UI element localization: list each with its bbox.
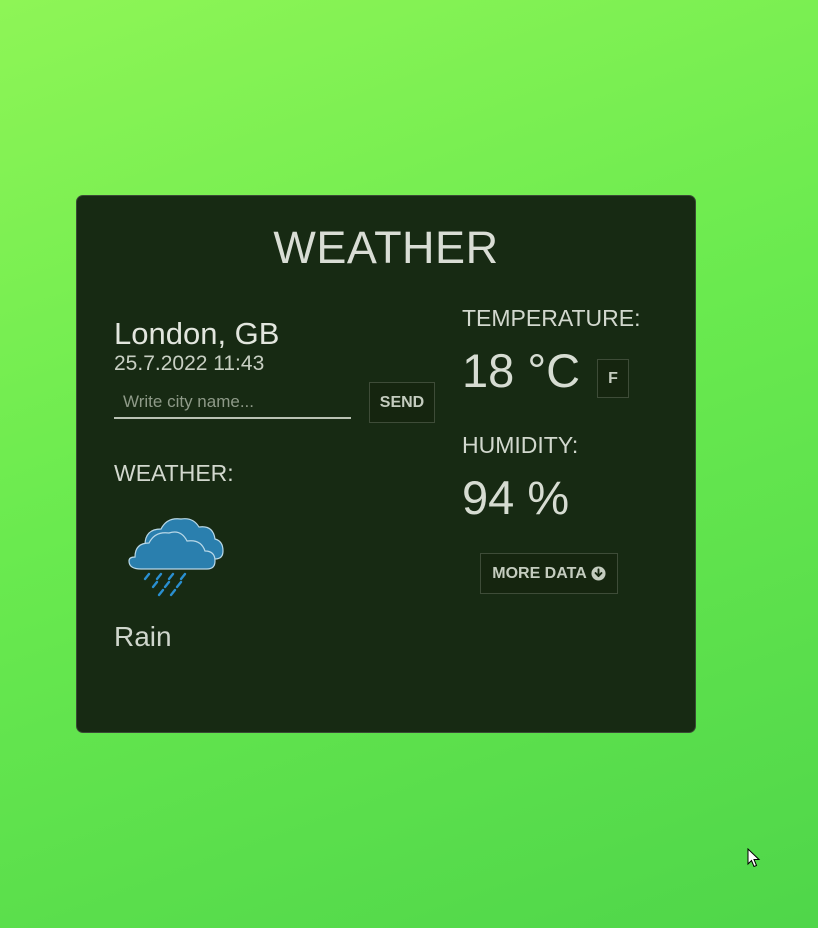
rain-cloud-icon <box>123 511 233 601</box>
mouse-cursor-icon <box>747 847 761 869</box>
arrow-down-circle-icon <box>591 566 606 581</box>
weather-condition: Rain <box>114 621 172 652</box>
app-title: WEATHER <box>273 222 499 273</box>
more-data-label: MORE DATA <box>492 564 587 582</box>
city-name: London, GB <box>114 316 280 351</box>
weather-card: WEATHER London, GB 25.7.2022 11:43 SEND … <box>76 195 696 733</box>
more-data-button[interactable]: MORE DATA <box>480 553 618 594</box>
fahrenheit-toggle-button[interactable]: F <box>597 359 629 398</box>
humidity-label: HUMIDITY: <box>462 432 579 458</box>
temperature-value: 18 °C <box>462 344 581 397</box>
humidity-value: 94 % <box>462 471 570 524</box>
send-button[interactable]: SEND <box>369 382 435 423</box>
weather-label: WEATHER: <box>114 460 234 486</box>
temperature-label: TEMPERATURE: <box>462 305 641 331</box>
date-time: 25.7.2022 11:43 <box>114 352 265 375</box>
city-search-input[interactable] <box>114 386 351 419</box>
